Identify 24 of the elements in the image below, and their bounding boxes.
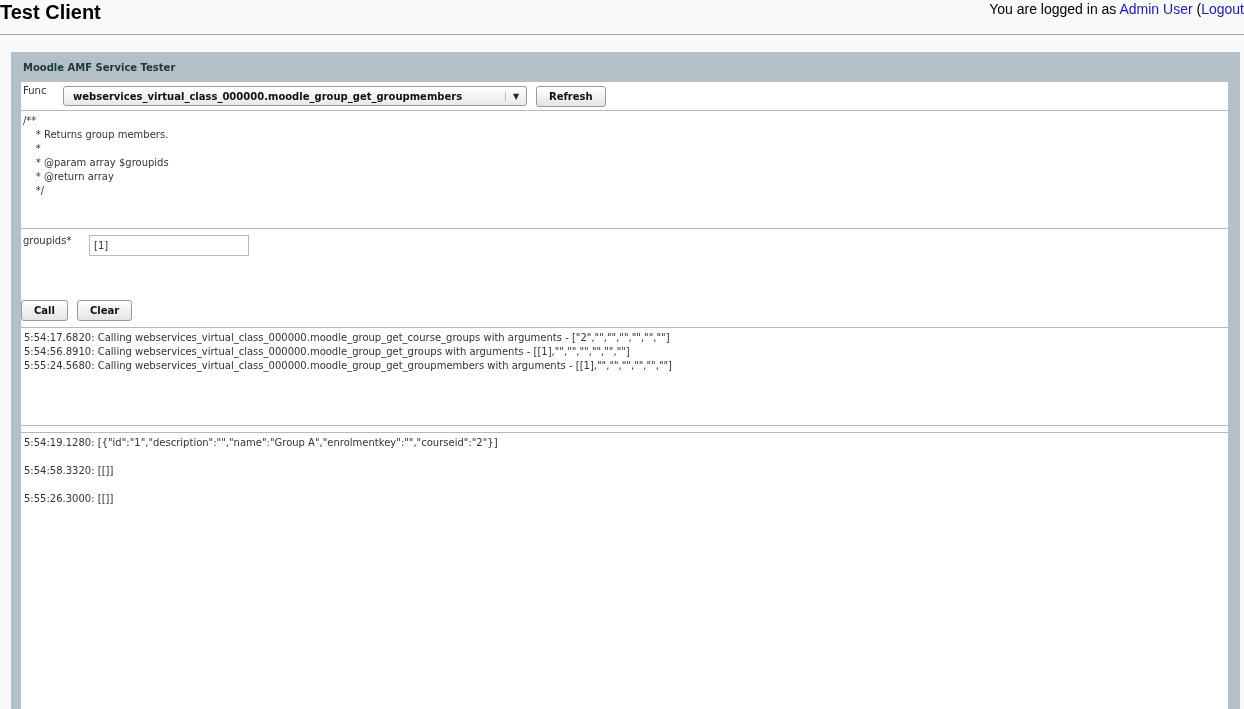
call-log-line: 5:54:56.8910: Calling webservices_virtual_class_000000.moodle_group_get_groups with arguments - [[1],"","","","","",""]	[24, 345, 631, 359]
page-title: Test Client	[0, 0, 101, 24]
call-log-line: 5:55:24.5680: Calling webservices_virtual_class_000000.moodle_group_get_groupmembers with arguments - [[1],"","","","","",""]	[24, 359, 673, 373]
result-line: 5:55:26.3000: [[]]	[24, 492, 115, 506]
param-input-field[interactable]: [1]	[89, 235, 249, 256]
doc-comment-line: * Returns group members.	[34, 128, 170, 142]
result-line: 5:54:58.3320: [[]]	[24, 464, 115, 478]
doc-comment-line: * @param array $groupids	[34, 156, 170, 170]
user-link[interactable]: Admin User	[1119, 1, 1193, 17]
result-line: 5:54:19.1280: [{"id":"1","description":"","name":"Group A","enrolmentkey":"","courseid":"2"}]	[24, 436, 499, 450]
call-button[interactable]: Call	[21, 300, 68, 321]
function-dropdown[interactable]: webservices_virtual_class_000000.moodle_group_get_groupmembers ▼	[63, 86, 527, 106]
clear-button[interactable]: Clear	[76, 300, 133, 321]
panel-title: Moodle AMF Service Tester	[23, 61, 176, 73]
call-log-line: 5:54:17.6820: Calling webservices_virtual_class_000000.moodle_group_get_course_groups with arguments - ["2","","","","","",""]	[24, 331, 671, 345]
login-info: You are logged in as Admin User (Logout	[989, 0, 1244, 17]
doc-comment-line: /**	[23, 114, 38, 128]
func-label: Func	[22, 84, 48, 96]
logout-link[interactable]: Logout	[1201, 1, 1244, 17]
refresh-button[interactable]: Refresh	[536, 85, 606, 107]
doc-comment-line: * @return array	[34, 170, 115, 184]
doc-comment-line: *	[34, 142, 42, 156]
param-label: groupids*	[23, 235, 73, 246]
doc-comment-line: */	[34, 184, 46, 198]
